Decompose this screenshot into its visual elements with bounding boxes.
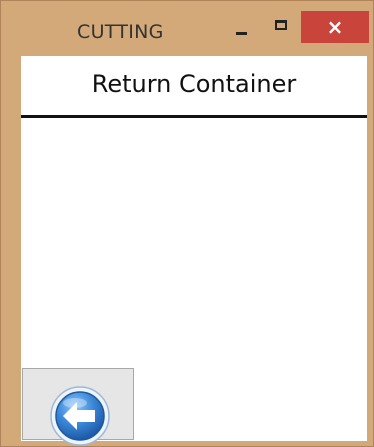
back-button[interactable] [22,368,134,446]
title-bar[interactable]: CUTTING × [1,1,373,51]
window-title: CUTTING [77,21,164,43]
maximize-button[interactable] [263,13,299,39]
back-arrow-icon [50,386,110,446]
close-button[interactable]: × [301,11,369,43]
maximize-icon [275,20,287,30]
minimize-icon [236,32,247,35]
app-window: CUTTING × Return Container [0,0,374,447]
content-area: Return Container [21,56,367,446]
minimize-button[interactable] [223,13,259,39]
page-title: Return Container [91,70,297,98]
header-divider [21,115,367,118]
close-icon: × [326,15,344,39]
